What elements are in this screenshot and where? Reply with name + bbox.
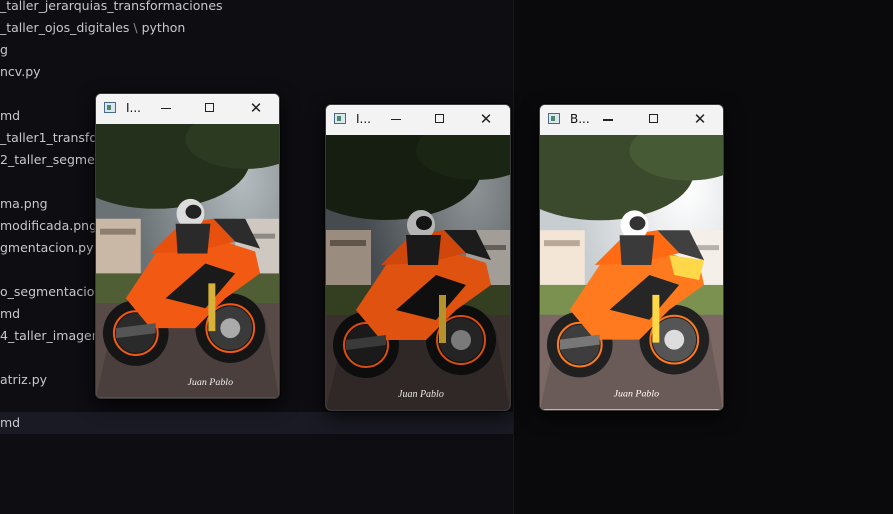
svg-text:Juan Pablo: Juan Pablo bbox=[614, 388, 660, 399]
window-title: B... bbox=[570, 112, 590, 126]
motorcycle-image-brightened: Juan Pablo bbox=[540, 135, 723, 410]
motorcycle-image: Juan Pablo bbox=[96, 124, 279, 398]
explorer-item[interactable]: atriz.py bbox=[0, 369, 47, 391]
explorer-item-selected[interactable]: md bbox=[0, 412, 513, 434]
explorer-item[interactable]: modificada.png bbox=[0, 215, 97, 237]
minimize-icon[interactable] bbox=[158, 100, 174, 116]
explorer-item[interactable]: g bbox=[0, 39, 8, 61]
window-title: I... bbox=[356, 112, 371, 126]
window-titlebar[interactable]: B... ✕ bbox=[540, 105, 723, 135]
explorer-item[interactable]: ncv.py bbox=[0, 61, 41, 83]
maximize-icon[interactable] bbox=[432, 111, 448, 127]
explorer-item[interactable]: md bbox=[0, 303, 20, 325]
explorer-item[interactable]: _taller_jerarquias_transformaciones bbox=[0, 0, 223, 17]
close-icon[interactable]: ✕ bbox=[692, 111, 708, 127]
window-titlebar[interactable]: I... ✕ bbox=[96, 94, 279, 124]
close-icon[interactable]: ✕ bbox=[478, 111, 494, 127]
app-icon bbox=[548, 113, 560, 124]
svg-text:Juan Pablo: Juan Pablo bbox=[188, 377, 234, 388]
maximize-icon[interactable] bbox=[646, 111, 662, 127]
explorer-item[interactable]: _taller_ojos_digitales \ python bbox=[0, 17, 185, 39]
motorcycle-image-darkened: Juan Pablo bbox=[326, 135, 510, 410]
maximize-icon[interactable] bbox=[202, 100, 218, 116]
minimize-icon[interactable] bbox=[388, 111, 404, 127]
explorer-item[interactable]: o_segmentacion. bbox=[0, 281, 106, 303]
minimize-icon[interactable] bbox=[600, 111, 616, 127]
image-window-bright[interactable]: B... ✕ Juan Pablo bbox=[539, 104, 724, 411]
explorer-item[interactable]: gmentacion.py bbox=[0, 237, 94, 259]
image-window-dark[interactable]: I... ✕ Juan Pablo bbox=[325, 104, 511, 411]
app-icon bbox=[104, 102, 116, 113]
explorer-item[interactable]: _taller1_transfor bbox=[0, 127, 102, 149]
window-title: I... bbox=[126, 101, 141, 115]
explorer-item[interactable]: md bbox=[0, 105, 20, 127]
image-window-original[interactable]: I... ✕ Juan Pablo bbox=[95, 93, 280, 399]
app-icon bbox=[334, 113, 346, 124]
explorer-item[interactable]: ma.png bbox=[0, 193, 48, 215]
window-titlebar[interactable]: I... ✕ bbox=[326, 105, 510, 135]
close-icon[interactable]: ✕ bbox=[248, 100, 264, 116]
svg-text:Juan Pablo: Juan Pablo bbox=[398, 389, 444, 400]
